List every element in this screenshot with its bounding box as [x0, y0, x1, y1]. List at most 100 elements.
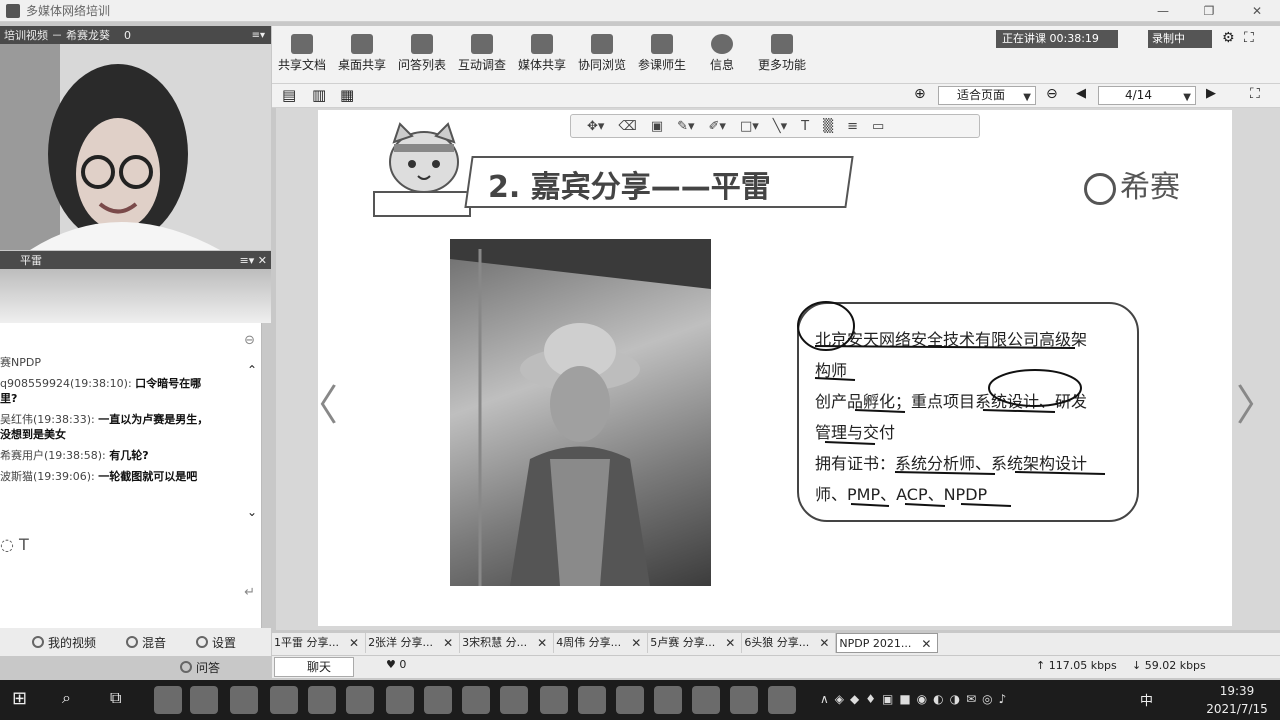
minimize-button[interactable]: —	[1140, 0, 1186, 22]
annotation-toolbar: ✥▾ ⌫ ▣ ✎▾ ✐▾ □▾ ╲▾ T ▒ ≡ ▭	[570, 114, 980, 138]
chat-panel: 赛NPDP q908559924(19:38:10): 口令暗号在哪 里? 吴红伟…	[0, 323, 262, 628]
restore-button[interactable]: ❐	[1186, 0, 1232, 22]
fit-window-icon[interactable]: ⛶	[1250, 86, 1260, 102]
qa-tab[interactable]: 问答	[180, 658, 266, 676]
taskbar-app-icon[interactable]	[154, 686, 182, 714]
task-view-icon[interactable]: ⧉	[110, 688, 121, 708]
doc-tab[interactable]: 4周伟 分享... ✕	[554, 633, 649, 653]
send-icon[interactable]: ↵	[244, 585, 255, 600]
settings-button[interactable]: 设置	[196, 634, 236, 651]
qa-list-button[interactable]: 问答列表	[394, 32, 450, 78]
taskbar-app-icon[interactable]	[500, 686, 528, 714]
chevron-down-icon: ▼	[1183, 92, 1191, 103]
taskbar-app-icon[interactable]	[424, 686, 452, 714]
close-icon[interactable]: ✕	[537, 633, 547, 653]
prev-page-icon[interactable]: ◀	[1076, 86, 1086, 101]
share-doc-button[interactable]: 共享文档	[274, 32, 330, 78]
screenshot-icon[interactable]: ▭	[872, 119, 884, 134]
my-video-button[interactable]: 我的视频	[32, 634, 96, 651]
close-icon[interactable]: ✕	[349, 633, 359, 653]
next-page-icon[interactable]: ▶	[1206, 86, 1216, 101]
desktop-share-button[interactable]: 桌面共享	[334, 32, 390, 78]
globe-icon	[591, 34, 613, 54]
line-width-icon[interactable]: ≡	[847, 119, 858, 134]
survey-button[interactable]: 互动调查	[454, 32, 510, 78]
taskbar-app-icon[interactable]	[654, 686, 682, 714]
clear-icon[interactable]: ▣	[651, 119, 663, 134]
people-icon	[651, 34, 673, 54]
doc-tab[interactable]: 3宋积慧 分... ✕	[460, 633, 555, 653]
open-folder-icon[interactable]: ▤	[282, 86, 296, 104]
print-icon[interactable]: ▦	[340, 86, 354, 104]
pen-icon[interactable]: ✎▾	[677, 119, 694, 134]
scroll-down-icon[interactable]: ⌄	[247, 505, 257, 519]
mix-button[interactable]: 混音	[126, 634, 166, 651]
system-tray-icons[interactable]: ∧◈◆♦▣■◉◐◑✉◎♪	[820, 692, 1012, 706]
zoom-select[interactable]: 适合页面 ▼	[938, 86, 1036, 105]
taskbar-app-icon[interactable]	[462, 686, 490, 714]
taskbar-app-icon[interactable]	[190, 686, 218, 714]
participants-button[interactable]: 参课师生	[634, 32, 690, 78]
left-bottom-bar: 我的视频 混音 设置	[0, 628, 271, 656]
lecture-status: 正在讲课 00:38:19	[996, 30, 1118, 48]
taskbar-app-icon[interactable]	[308, 686, 336, 714]
close-icon[interactable]: ✕	[819, 633, 829, 653]
likes-counter[interactable]: ♥ 0	[386, 658, 406, 671]
close-button[interactable]: ✕	[1234, 0, 1280, 22]
text-format-icon[interactable]: ◌ T	[0, 535, 29, 554]
taskbar-app-icon[interactable]	[730, 686, 758, 714]
prev-slide-arrow[interactable]: 〈	[296, 372, 338, 433]
rectangle-icon[interactable]: □▾	[740, 119, 759, 134]
close-icon[interactable]: ≡▾ ✕	[240, 254, 267, 267]
windows-start-icon[interactable]: ⊞	[12, 688, 27, 709]
search-icon[interactable]: ⌕	[62, 688, 71, 708]
close-icon[interactable]: ✕	[921, 634, 931, 652]
co-browse-button[interactable]: 协同浏览	[574, 32, 630, 78]
chat-line: 吴红伟(19:38:33): 一直以为卢赛是男生， 没想到是美女	[0, 413, 209, 441]
taskbar-app-icon[interactable]	[768, 686, 796, 714]
close-icon[interactable]: ✕	[443, 633, 453, 653]
more-button[interactable]: 更多功能	[754, 32, 810, 78]
taskbar-app-icon[interactable]	[616, 686, 644, 714]
desktop-icon	[351, 34, 373, 54]
next-slide-arrow[interactable]: 〉	[1236, 372, 1278, 433]
color-icon[interactable]: ▒	[823, 119, 833, 134]
speaker-photo	[450, 239, 711, 586]
fullscreen-icon[interactable]: ⛶	[1244, 30, 1254, 46]
doc-tab[interactable]: 6头狼 分享... ✕	[742, 633, 837, 653]
info-button[interactable]: 信息	[694, 32, 750, 78]
collapse-chat-icon[interactable]: ⊖	[244, 333, 255, 348]
zoom-out-icon[interactable]: ⊖	[1046, 86, 1058, 102]
taskbar-clock[interactable]: 19:39 2021/7/15	[1196, 682, 1278, 718]
pointer-icon[interactable]: ✥▾	[587, 119, 604, 134]
scroll-up-icon[interactable]: ⌃	[247, 363, 257, 377]
slide-title: 2. 嘉宾分享——平雷	[488, 170, 771, 205]
eraser-icon[interactable]: ⌫	[618, 119, 636, 134]
text-icon[interactable]: T	[801, 119, 809, 134]
page-select[interactable]: 4/14 ▼	[1098, 86, 1196, 105]
zoom-in-icon[interactable]: ⊕	[914, 86, 926, 102]
doc-tab-active[interactable]: NPDP 2021... ✕	[836, 633, 939, 653]
upload-icon[interactable]: ▥	[312, 86, 326, 104]
media-share-button[interactable]: 媒体共享	[514, 32, 570, 78]
ime-indicator[interactable]: 中	[1140, 690, 1153, 709]
taskbar-app-icon[interactable]	[230, 686, 258, 714]
close-icon[interactable]: ✕	[631, 633, 641, 653]
chat-line: q908559924(19:38:10): 口令暗号在哪 里?	[0, 377, 202, 405]
taskbar-app-icon[interactable]	[540, 686, 568, 714]
highlighter-icon[interactable]: ✐▾	[709, 119, 726, 134]
chat-tab[interactable]: 聊天	[274, 657, 354, 677]
line-icon[interactable]: ╲▾	[773, 119, 787, 134]
close-icon[interactable]: ✕	[725, 633, 735, 653]
doc-tab[interactable]: 2张洋 分享... ✕	[366, 633, 461, 653]
taskbar-app-icon[interactable]	[692, 686, 720, 714]
taskbar-app-icon[interactable]	[386, 686, 414, 714]
doc-tab[interactable]: 5卢赛 分享... ✕	[648, 633, 743, 653]
settings-gear-icon[interactable]: ⚙	[1222, 30, 1235, 46]
taskbar-app-icon[interactable]	[578, 686, 606, 714]
doc-tab[interactable]: 1平雷 分享... ✕	[272, 633, 367, 653]
taskbar-app-icon[interactable]	[346, 686, 374, 714]
teacher-video	[0, 44, 271, 250]
panel-menu-icon[interactable]: ≡▾	[252, 30, 265, 41]
taskbar-app-icon[interactable]	[270, 686, 298, 714]
